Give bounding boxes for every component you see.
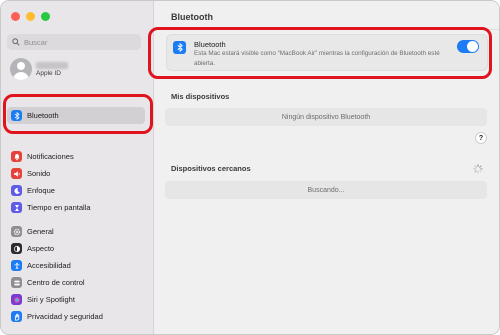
accessibility-icon [11,260,22,271]
sidebar-item-label: Accesibilidad [27,261,71,270]
sidebar-item-enfoque[interactable]: Enfoque [7,182,145,199]
sidebar-item-label: Enfoque [27,186,55,195]
sidebar-item-label: Centro de control [27,278,85,287]
sidebar-item-label: General [27,227,54,236]
sidebar-item-label: Sonido [27,169,51,178]
settings-window: Apple ID Bluetooth Notificaciones Sonido [0,0,500,335]
sidebar-item-label: Notificaciones [27,152,74,161]
moon-icon [11,185,22,196]
sidebar-item-siri-y-spotlight[interactable]: Siri y Spotlight [7,291,145,308]
my-devices-list: Ningún dispositivo Bluetooth [165,108,487,126]
close-button[interactable] [11,12,20,21]
sidebar-item-general[interactable]: General [7,223,145,240]
siri-icon [11,294,22,305]
apple-id-account[interactable]: Apple ID [10,58,68,80]
my-devices-title: Mis dispositivos [171,92,230,101]
loading-spinner-icon [473,164,483,174]
search-input[interactable] [24,37,134,47]
search-icon [12,38,20,46]
hand-icon [11,311,22,322]
page-title: Bluetooth [171,12,213,22]
sidebar-item-centro-de-control[interactable]: Centro de control [7,274,145,291]
control-center-icon [11,277,22,288]
sidebar: Apple ID Bluetooth Notificaciones Sonido [1,1,154,334]
search-field[interactable] [7,34,141,50]
main-pane: Bluetooth Bluetooth Esta Mac estará visi… [148,1,499,334]
no-devices-text: Ningún dispositivo Bluetooth [281,113,371,121]
account-label: Apple ID [36,69,61,77]
window-controls [11,12,50,21]
sidebar-item-accesibilidad[interactable]: Accesibilidad [7,257,145,274]
account-name-redacted [36,61,68,69]
nearby-devices-title: Dispositivos cercanos [171,164,251,173]
minimize-button[interactable] [26,12,35,21]
searching-status: Buscando... [307,186,345,194]
help-button[interactable]: ? [475,132,487,144]
sidebar-item-sonido[interactable]: Sonido [7,165,145,182]
appearance-icon [11,243,22,254]
bell-icon [11,151,22,162]
sidebar-item-label: Siri y Spotlight [27,295,75,304]
sidebar-item-label: Privacidad y seguridad [27,312,103,321]
avatar [10,58,32,80]
speaker-icon [11,168,22,179]
sidebar-item-label: Tiempo en pantalla [27,203,91,212]
gear-icon [11,226,22,237]
nearby-devices-list: Buscando... [165,181,487,199]
sidebar-item-aspecto[interactable]: Aspecto [7,240,145,257]
annotation-highlight [148,27,492,79]
sidebar-item-label: Aspecto [27,244,55,253]
hourglass-icon [11,202,22,213]
sidebar-item-privacidad-y-seguridad[interactable]: Privacidad y seguridad [7,308,145,325]
sidebar-item-notificaciones[interactable]: Notificaciones [7,148,145,165]
annotation-highlight [3,94,153,134]
sidebar-item-tiempo-en-pantalla[interactable]: Tiempo en pantalla [7,199,145,216]
zoom-button[interactable] [41,12,50,21]
